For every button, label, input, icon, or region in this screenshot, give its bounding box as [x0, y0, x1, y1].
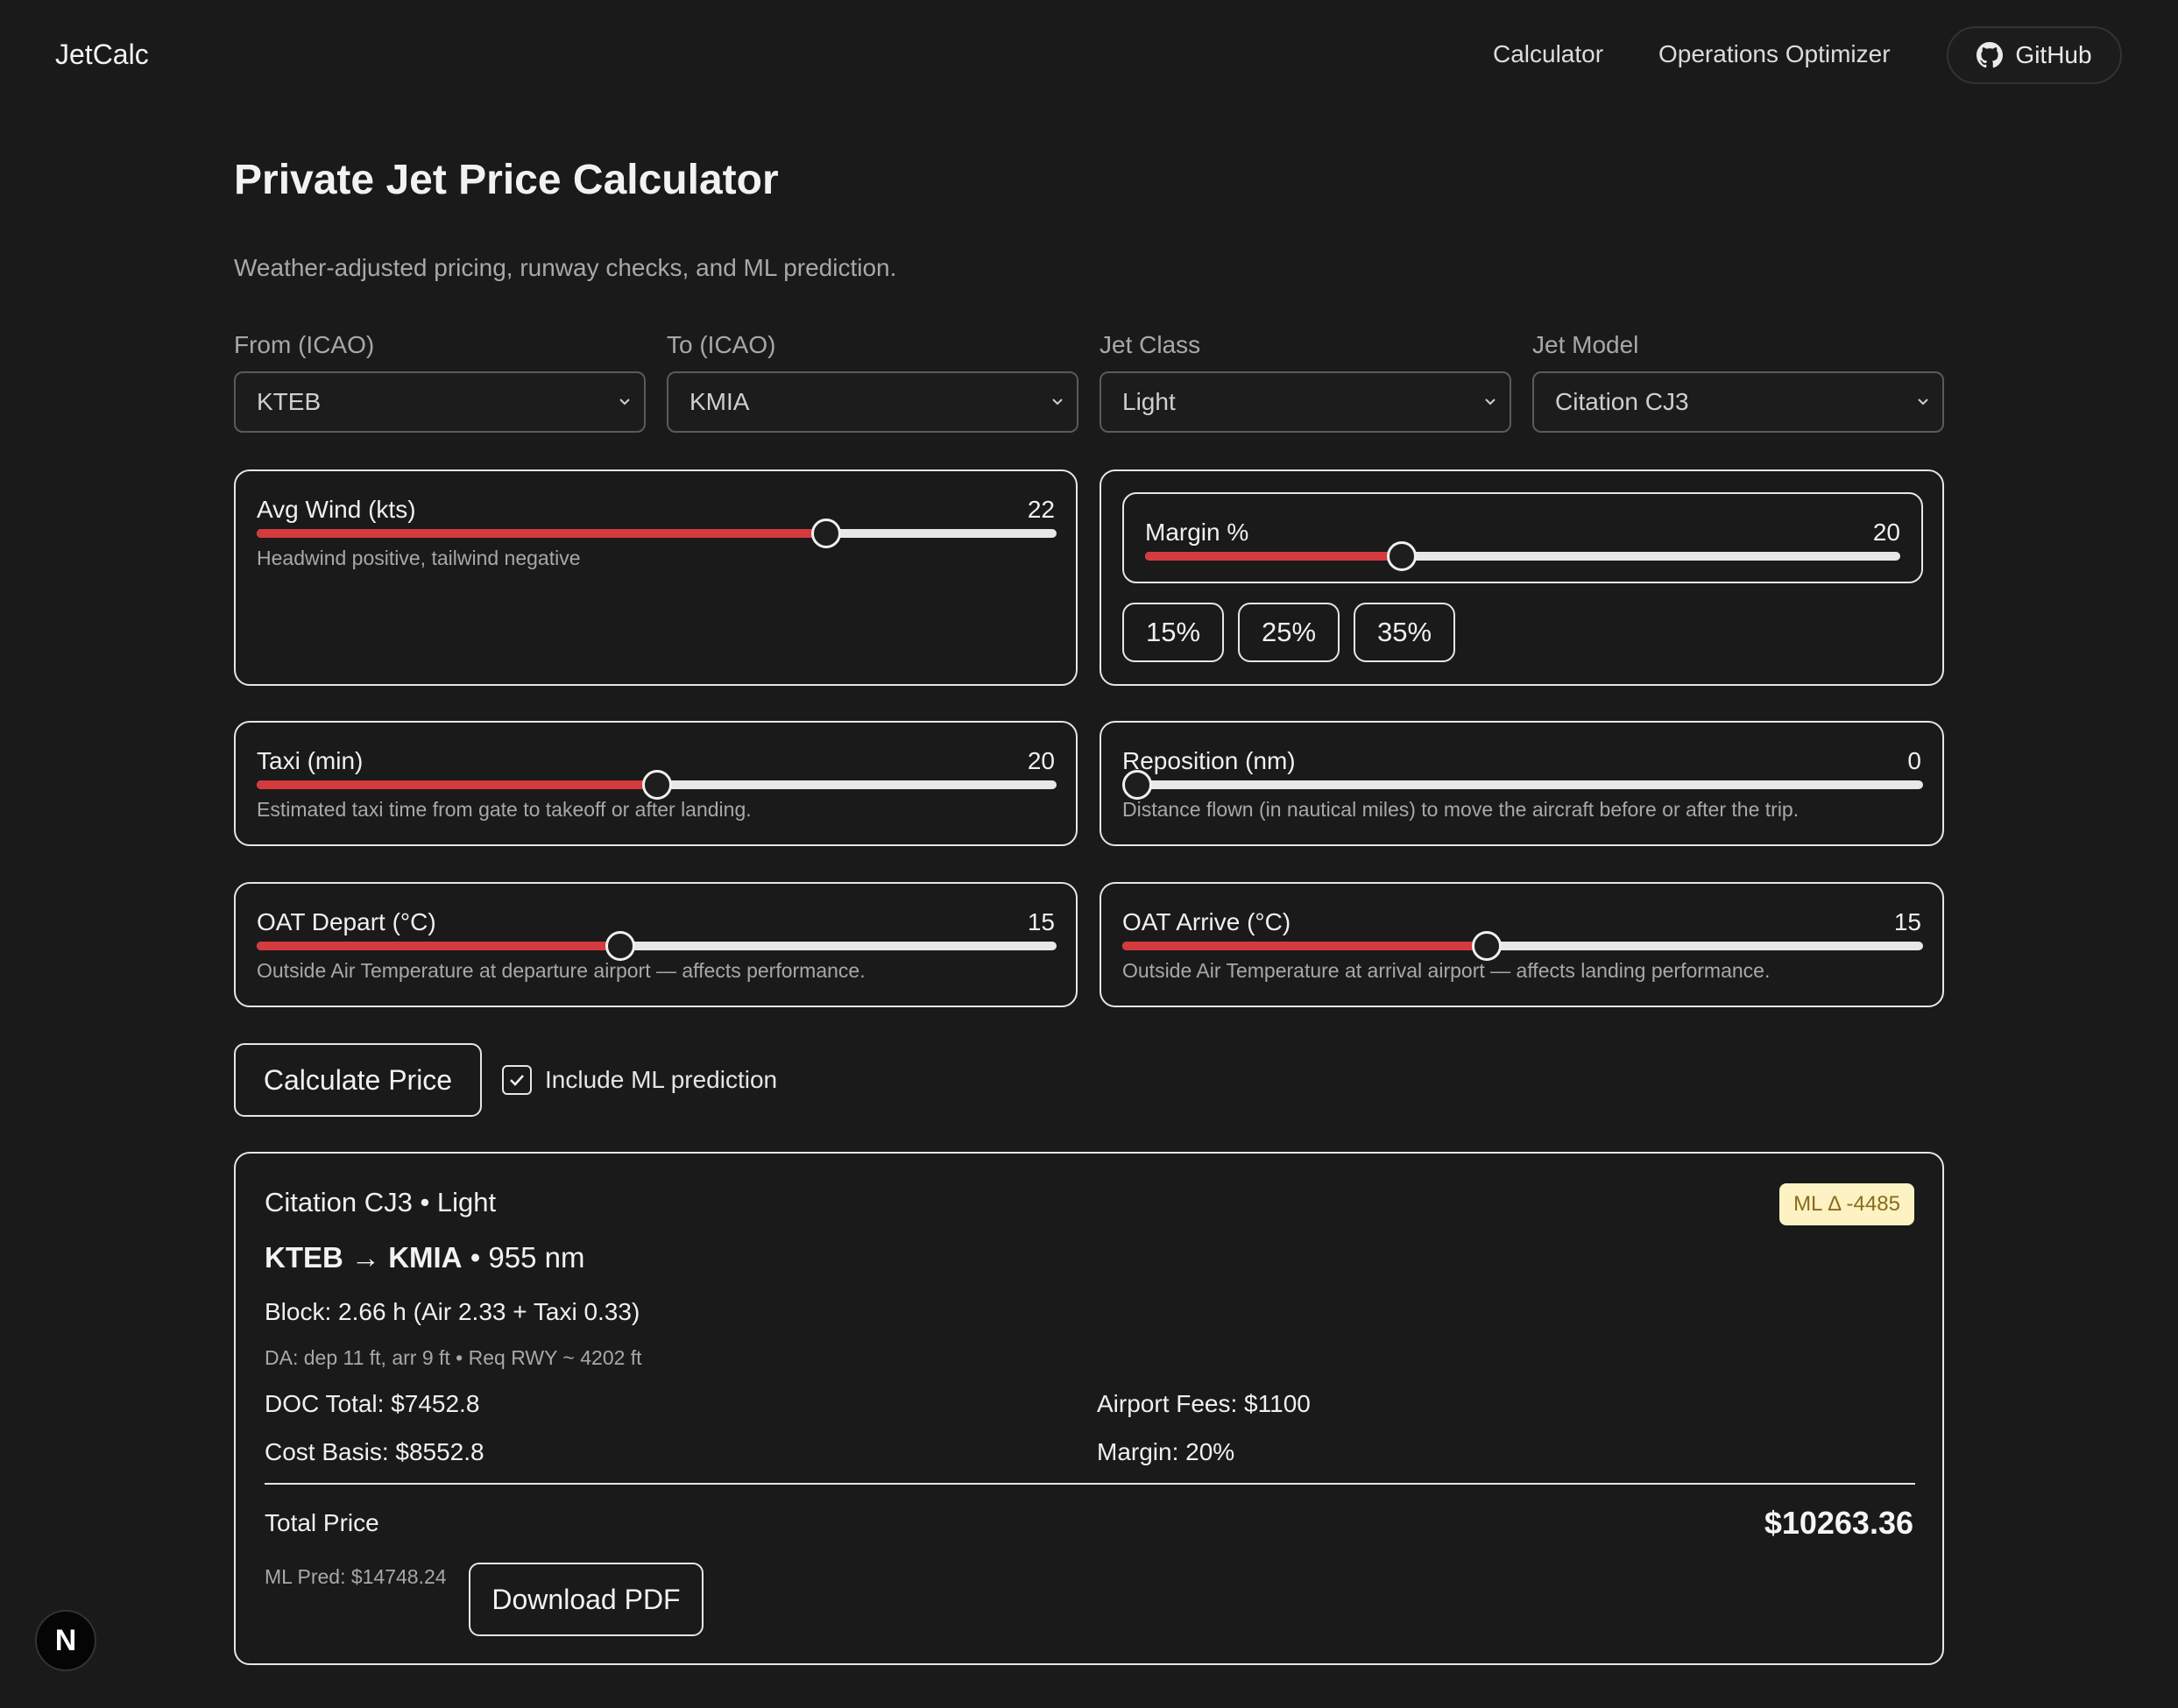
oat-depart-slider-label: OAT Depart (°C): [257, 908, 436, 935]
result-route: KTEB → KMIA • 955 nm: [265, 1241, 584, 1274]
result-doc-total: DOC Total: $7452.8: [265, 1390, 480, 1417]
result-cost-basis: Cost Basis: $8552.8: [265, 1438, 484, 1465]
wind-slider-thumb[interactable]: [811, 519, 842, 548]
total-price-value: $10263.36: [1764, 1505, 1913, 1541]
include-ml-label[interactable]: Include ML prediction: [545, 1066, 777, 1094]
oat-arrive-slider-value: 15: [1893, 908, 1921, 935]
chevron-down-icon: [1052, 399, 1063, 406]
result-da: DA: dep 11 ft, arr 9 ft • Req RWY ~ 4202…: [265, 1346, 642, 1369]
page-subtitle: Weather-adjusted pricing, runway checks,…: [234, 254, 897, 281]
margin-slider-fill: [1145, 552, 1403, 561]
taxi-slider-thumb[interactable]: [641, 770, 672, 800]
jet-model-select[interactable]: Citation CJ3: [1532, 371, 1944, 433]
reposition-hint: Distance flown (in nautical miles) to mo…: [1122, 798, 1800, 821]
oat-depart-slider-value: 15: [1027, 908, 1055, 935]
include-ml-checkbox[interactable]: [502, 1065, 532, 1095]
oat-depart-slider-fill: [257, 942, 621, 950]
ml-prediction: ML Pred: $14748.24: [265, 1565, 447, 1588]
wind-slider-fill: [257, 529, 827, 538]
to-select-value: KMIA: [689, 388, 750, 415]
oat-depart-panel: OAT Depart (°C) 15 Outside Air Temperatu…: [234, 882, 1078, 1007]
ml-delta-badge: ML Δ -4485: [1779, 1183, 1914, 1225]
jet-model-label: Jet Model: [1532, 331, 1639, 358]
reposition-slider-thumb[interactable]: [1122, 770, 1152, 800]
github-label: GitHub: [2015, 41, 2092, 68]
result-airport-fees: Airport Fees: $1100: [1097, 1390, 1311, 1417]
from-label: From (ICAO): [234, 331, 375, 358]
taxi-slider-label: Taxi (min): [257, 747, 364, 774]
wind-slider[interactable]: [257, 519, 1057, 548]
oat-arrive-slider-label: OAT Arrive (°C): [1122, 908, 1291, 935]
top-nav: JetCalc Calculator Operations Optimizer …: [0, 0, 2178, 112]
reposition-slider[interactable]: [1122, 770, 1923, 800]
reposition-panel: Reposition (nm) 0 Distance flown (in nau…: [1100, 721, 1944, 846]
jet-model-select-value: Citation CJ3: [1555, 388, 1689, 415]
from-select-value: KTEB: [257, 388, 322, 415]
result-divider: [265, 1483, 1915, 1485]
reposition-slider-label: Reposition (nm): [1122, 747, 1296, 774]
nav-link-operations-optimizer[interactable]: Operations Optimizer: [1658, 40, 1891, 68]
route-arrow: →: [351, 1241, 381, 1274]
taxi-hint: Estimated taxi time from gate to takeoff…: [257, 798, 752, 821]
result-block: Block: 2.66 h (Air 2.33 + Taxi 0.33): [265, 1298, 640, 1325]
margin-panel: Margin % 20: [1100, 469, 1944, 686]
chevron-down-icon: [619, 399, 630, 406]
margin-preset-25[interactable]: 25%: [1238, 603, 1340, 662]
jet-class-select[interactable]: Light: [1100, 371, 1511, 433]
wind-panel: Avg Wind (kts) 22 Headwind positive, tai…: [234, 469, 1078, 686]
result-margin: Margin: 20%: [1097, 1438, 1235, 1465]
margin-slider-thumb[interactable]: [1387, 541, 1418, 571]
github-icon: [1976, 42, 2004, 68]
oat-depart-slider-thumb[interactable]: [605, 931, 636, 961]
margin-preset-35[interactable]: 35%: [1354, 603, 1455, 662]
jet-class-label: Jet Class: [1100, 331, 1201, 358]
reposition-slider-value: 0: [1907, 747, 1921, 774]
oat-arrive-slider-thumb[interactable]: [1471, 931, 1502, 961]
route-distance: • 955 nm: [470, 1241, 585, 1274]
margin-slider-box: Margin % 20: [1122, 492, 1923, 583]
taxi-slider[interactable]: [257, 770, 1057, 800]
margin-slider-label: Margin %: [1145, 519, 1249, 546]
to-label: To (ICAO): [667, 331, 776, 358]
result-card: Citation CJ3 • Light ML Δ -4485 KTEB → K…: [234, 1152, 1944, 1665]
route-to: KMIA: [388, 1241, 463, 1274]
taxi-slider-fill: [257, 780, 657, 789]
page-title: Private Jet Price Calculator: [234, 157, 779, 203]
oat-depart-slider[interactable]: [257, 931, 1057, 961]
taxi-panel: Taxi (min) 20 Estimated taxi time from g…: [234, 721, 1078, 846]
checkmark-icon: [510, 1075, 524, 1086]
total-price-label: Total Price: [265, 1509, 379, 1536]
to-select[interactable]: KMIA: [667, 371, 1078, 433]
result-aircraft: Citation CJ3 • Light: [265, 1187, 497, 1217]
chevron-down-icon: [1485, 399, 1496, 406]
oat-arrive-hint: Outside Air Temperature at arrival airpo…: [1122, 959, 1771, 982]
github-button[interactable]: GitHub: [1947, 26, 2122, 84]
oat-arrive-panel: OAT Arrive (°C) 15 Outside Air Temperatu…: [1100, 882, 1944, 1007]
oat-arrive-slider[interactable]: [1122, 931, 1923, 961]
nav-link-calculator[interactable]: Calculator: [1493, 40, 1603, 68]
oat-arrive-slider-fill: [1122, 942, 1487, 950]
dev-tools-icon[interactable]: N: [35, 1610, 96, 1671]
calculate-price-button[interactable]: Calculate Price: [234, 1043, 482, 1117]
taxi-slider-value: 20: [1027, 747, 1055, 774]
wind-slider-label: Avg Wind (kts): [257, 496, 416, 523]
chevron-down-icon: [1918, 399, 1928, 406]
margin-slider[interactable]: [1145, 541, 1900, 571]
download-pdf-button[interactable]: Download PDF: [469, 1563, 704, 1636]
jet-class-select-value: Light: [1122, 388, 1176, 415]
margin-slider-value: 20: [1872, 519, 1900, 546]
route-from: KTEB: [265, 1241, 343, 1274]
wind-slider-value: 22: [1027, 496, 1055, 523]
brand-logo[interactable]: JetCalc: [55, 39, 149, 71]
oat-depart-hint: Outside Air Temperature at departure air…: [257, 959, 866, 982]
from-select[interactable]: KTEB: [234, 371, 646, 433]
wind-hint: Headwind positive, tailwind negative: [257, 547, 581, 569]
margin-preset-15[interactable]: 15%: [1122, 603, 1224, 662]
